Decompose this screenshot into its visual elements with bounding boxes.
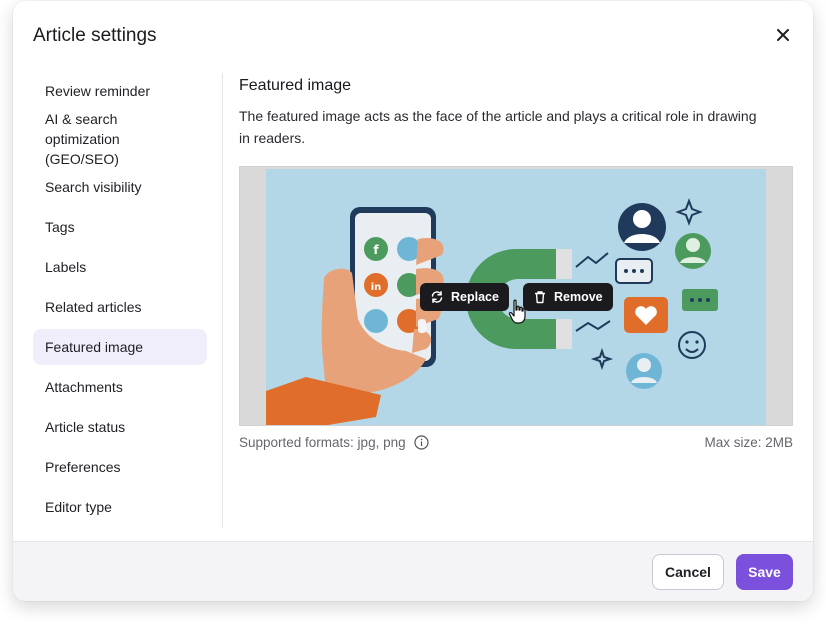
sidebar-item-label: Related articles xyxy=(45,299,142,315)
featured-image-illustration: f in xyxy=(266,169,766,425)
close-icon xyxy=(777,29,789,41)
section-title: Featured image xyxy=(239,77,352,94)
sidebar-item-label: Tags xyxy=(45,219,75,235)
sidebar-item-review-reminder[interactable]: Review reminder xyxy=(33,73,207,109)
replace-label: Replace xyxy=(451,290,499,304)
article-settings-dialog: Article settings Review reminder AI & se… xyxy=(13,1,813,601)
section-description: The featured image acts as the face of t… xyxy=(239,108,757,146)
featured-image-panel: Featured image The featured image acts a… xyxy=(239,73,793,450)
sidebar-divider xyxy=(222,73,223,528)
supported-formats-text: Supported formats: jpg, png xyxy=(239,435,406,450)
sidebar-item-article-status[interactable]: Article status xyxy=(33,409,207,445)
sidebar-item-labels[interactable]: Labels xyxy=(33,249,207,285)
sidebar-item-label: Labels xyxy=(45,259,87,275)
sidebar-item-label: Preferences xyxy=(45,459,121,475)
sidebar-item-tags[interactable]: Tags xyxy=(33,209,207,245)
svg-text:f: f xyxy=(373,243,379,257)
sidebar-item-label: Featured image xyxy=(45,339,144,355)
settings-sidebar: Review reminder AI & search optimization… xyxy=(33,73,207,529)
refresh-icon xyxy=(430,290,444,304)
remove-image-button[interactable]: Remove xyxy=(523,283,613,311)
sidebar-item-editor-type[interactable]: Editor type xyxy=(33,489,207,525)
sidebar-item-ai-search-optimization[interactable]: AI & search optimization (GEO/SEO) xyxy=(33,111,207,167)
close-button[interactable] xyxy=(773,25,793,45)
max-size-text: Max size: 2MB xyxy=(704,435,793,450)
save-button[interactable]: Save xyxy=(736,554,793,590)
replace-image-button[interactable]: Replace xyxy=(420,283,509,311)
dialog-title: Article settings xyxy=(33,25,157,46)
sidebar-item-label: Search visibility xyxy=(45,179,142,195)
sidebar-item-label: Editor type xyxy=(45,499,112,515)
sidebar-item-featured-image[interactable]: Featured image xyxy=(33,329,207,365)
sidebar-item-related-articles[interactable]: Related articles xyxy=(33,289,207,325)
sidebar-item-label: AI & search optimization (GEO/SEO) xyxy=(45,111,120,167)
sidebar-item-label: Attachments xyxy=(45,379,123,395)
image-meta-row: Supported formats: jpg, png Max size: 2M… xyxy=(239,435,793,450)
sidebar-item-label: Review reminder xyxy=(45,83,151,99)
svg-text:in: in xyxy=(371,282,382,293)
sidebar-item-search-visibility[interactable]: Search visibility xyxy=(33,169,207,205)
cancel-button[interactable]: Cancel xyxy=(652,554,724,590)
info-icon[interactable] xyxy=(414,435,429,450)
sidebar-item-attachments[interactable]: Attachments xyxy=(33,369,207,405)
sidebar-item-preferences[interactable]: Preferences xyxy=(33,449,207,485)
sidebar-item-label: Article status xyxy=(45,419,126,435)
trash-icon xyxy=(533,290,547,304)
remove-label: Remove xyxy=(554,290,603,304)
featured-image-preview[interactable]: f in Replace Remove xyxy=(239,166,793,426)
dialog-footer: Cancel Save xyxy=(13,541,813,601)
hand-pointer-cursor-icon xyxy=(508,299,526,324)
